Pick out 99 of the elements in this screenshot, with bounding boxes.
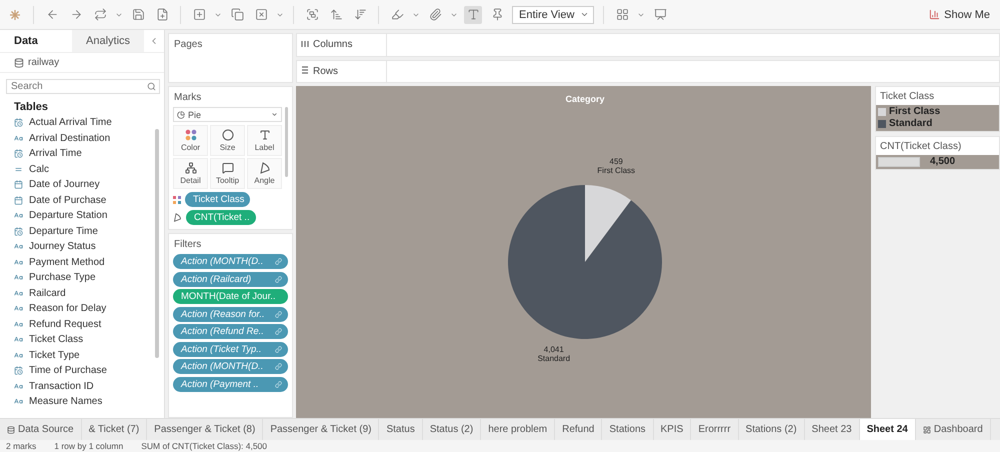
legend-label[interactable]: Standard bbox=[889, 118, 932, 130]
field-item[interactable]: Actual Arrival Time bbox=[0, 115, 150, 130]
shelf-label: Rows bbox=[313, 66, 338, 77]
data-label: 459 First Class bbox=[597, 157, 636, 176]
status-text: 2 marks bbox=[6, 441, 36, 451]
string-field-icon bbox=[14, 134, 23, 143]
show-me-button[interactable]: Show Me bbox=[925, 8, 994, 20]
section-heading: Tables bbox=[13, 100, 50, 115]
field-item[interactable]: Departure Time bbox=[0, 224, 150, 239]
string-field-icon bbox=[14, 211, 23, 220]
string-field-icon bbox=[14, 242, 23, 252]
detail-icon bbox=[184, 162, 196, 174]
size-bar bbox=[878, 157, 920, 167]
datetime-field-icon bbox=[14, 118, 23, 128]
link-icon bbox=[275, 276, 282, 282]
mark-property-button[interactable]: Detail bbox=[173, 158, 208, 189]
database-icon bbox=[7, 426, 15, 434]
link-icon bbox=[275, 328, 282, 335]
date-field-icon bbox=[14, 180, 23, 190]
search-icon bbox=[147, 82, 156, 91]
rows-icon bbox=[301, 66, 309, 76]
card-title: Filters bbox=[173, 238, 202, 252]
mark-property-button[interactable]: Size bbox=[210, 125, 245, 156]
database-icon bbox=[14, 58, 24, 68]
mark-type-dropdown[interactable]: Pie bbox=[173, 107, 282, 122]
shelf-label: Columns bbox=[313, 39, 352, 50]
field-item[interactable]: Payment Method bbox=[0, 254, 150, 270]
string-field-icon bbox=[14, 288, 23, 298]
color-dots-icon bbox=[184, 129, 196, 141]
pie-icon bbox=[177, 110, 185, 118]
string-field-icon bbox=[14, 350, 23, 360]
card-title: Pages bbox=[173, 38, 204, 52]
shelf[interactable]: Columns bbox=[296, 33, 1000, 56]
legend-value: 4,500 bbox=[930, 156, 956, 168]
string-field-icon bbox=[14, 304, 23, 314]
chart-title: Category bbox=[566, 94, 604, 104]
string-field-icon bbox=[14, 258, 23, 267]
shelf[interactable]: Rows bbox=[296, 60, 1000, 83]
field-item[interactable]: Date of Purchase bbox=[0, 192, 150, 208]
caret-icon bbox=[271, 110, 278, 118]
string-field-icon bbox=[14, 273, 23, 282]
data-label: 4,041 Standard bbox=[538, 344, 570, 363]
link-icon bbox=[275, 380, 282, 388]
string-field-icon bbox=[14, 335, 23, 344]
columns-icon bbox=[301, 40, 309, 50]
date-field-icon bbox=[14, 196, 23, 205]
datetime-field-icon bbox=[14, 366, 23, 376]
size-icon bbox=[222, 129, 234, 141]
dashboard-icon bbox=[922, 426, 931, 434]
label-icon bbox=[258, 129, 270, 141]
legend-title: Ticket Class bbox=[879, 90, 936, 104]
status-text: SUM of CNT(Ticket Class): 4,500 bbox=[141, 441, 268, 451]
scrollbar[interactable] bbox=[285, 107, 288, 177]
angle-icon bbox=[258, 162, 270, 174]
field-item[interactable]: Reason for Delay bbox=[0, 301, 150, 316]
field-item[interactable]: Transaction ID bbox=[0, 378, 150, 394]
field-item[interactable]: Ticket Class bbox=[0, 332, 150, 348]
search-field[interactable]: Search bbox=[6, 79, 160, 94]
field-item[interactable]: Arrival Time bbox=[0, 146, 150, 162]
mark-property-button[interactable]: Angle bbox=[247, 158, 282, 189]
field-item[interactable]: Measure Names bbox=[0, 394, 150, 410]
field-item[interactable]: Time of Purchase bbox=[0, 363, 150, 378]
link-icon bbox=[275, 258, 282, 265]
mark-property-button[interactable]: Label bbox=[247, 125, 282, 156]
mark-property-button[interactable]: Color bbox=[173, 125, 208, 156]
link-icon bbox=[275, 363, 282, 370]
status-text: 1 row by 1 column bbox=[54, 441, 124, 451]
datetime-field-icon bbox=[14, 226, 23, 236]
sheet-tab[interactable]: Sheet 24 bbox=[860, 419, 916, 440]
field-item[interactable]: Journey Status bbox=[0, 239, 150, 254]
field-item[interactable]: Purchase Type bbox=[0, 270, 150, 286]
field-item[interactable]: Railcard bbox=[0, 286, 150, 301]
tooltip-icon bbox=[222, 162, 234, 174]
string-field-icon bbox=[14, 397, 23, 406]
field-item[interactable]: Arrival Destination bbox=[0, 130, 150, 146]
field-item[interactable]: Departure Station bbox=[0, 208, 150, 224]
field-item[interactable]: Date of Journey bbox=[0, 177, 150, 192]
link-icon bbox=[275, 310, 282, 318]
datetime-field-icon bbox=[14, 149, 23, 158]
angle-icon bbox=[173, 213, 182, 222]
legend-title: CNT(Ticket Class) bbox=[879, 140, 962, 154]
fit-dropdown[interactable]: Entire View bbox=[512, 6, 594, 24]
legend-label[interactable]: First Class bbox=[889, 106, 940, 118]
caret-icon bbox=[580, 10, 590, 19]
color-dots-icon bbox=[173, 196, 181, 204]
card-title: Marks bbox=[173, 91, 202, 105]
string-field-icon bbox=[14, 382, 23, 391]
string-field-icon bbox=[14, 320, 23, 329]
chart-icon bbox=[929, 9, 940, 20]
datasource-name[interactable]: railway bbox=[28, 57, 60, 68]
show-labels-icon[interactable] bbox=[464, 6, 482, 24]
field-item[interactable]: Ticket Type bbox=[0, 348, 150, 363]
logo-icon[interactable] bbox=[9, 8, 21, 20]
field-item[interactable]: Calc bbox=[0, 162, 150, 177]
pane-tab[interactable]: Analytics bbox=[72, 30, 144, 52]
scrollbar[interactable] bbox=[155, 129, 159, 358]
field-item[interactable]: Refund Request bbox=[0, 316, 150, 332]
mark-property-button[interactable]: Tooltip bbox=[210, 158, 245, 189]
link-icon bbox=[275, 346, 282, 352]
